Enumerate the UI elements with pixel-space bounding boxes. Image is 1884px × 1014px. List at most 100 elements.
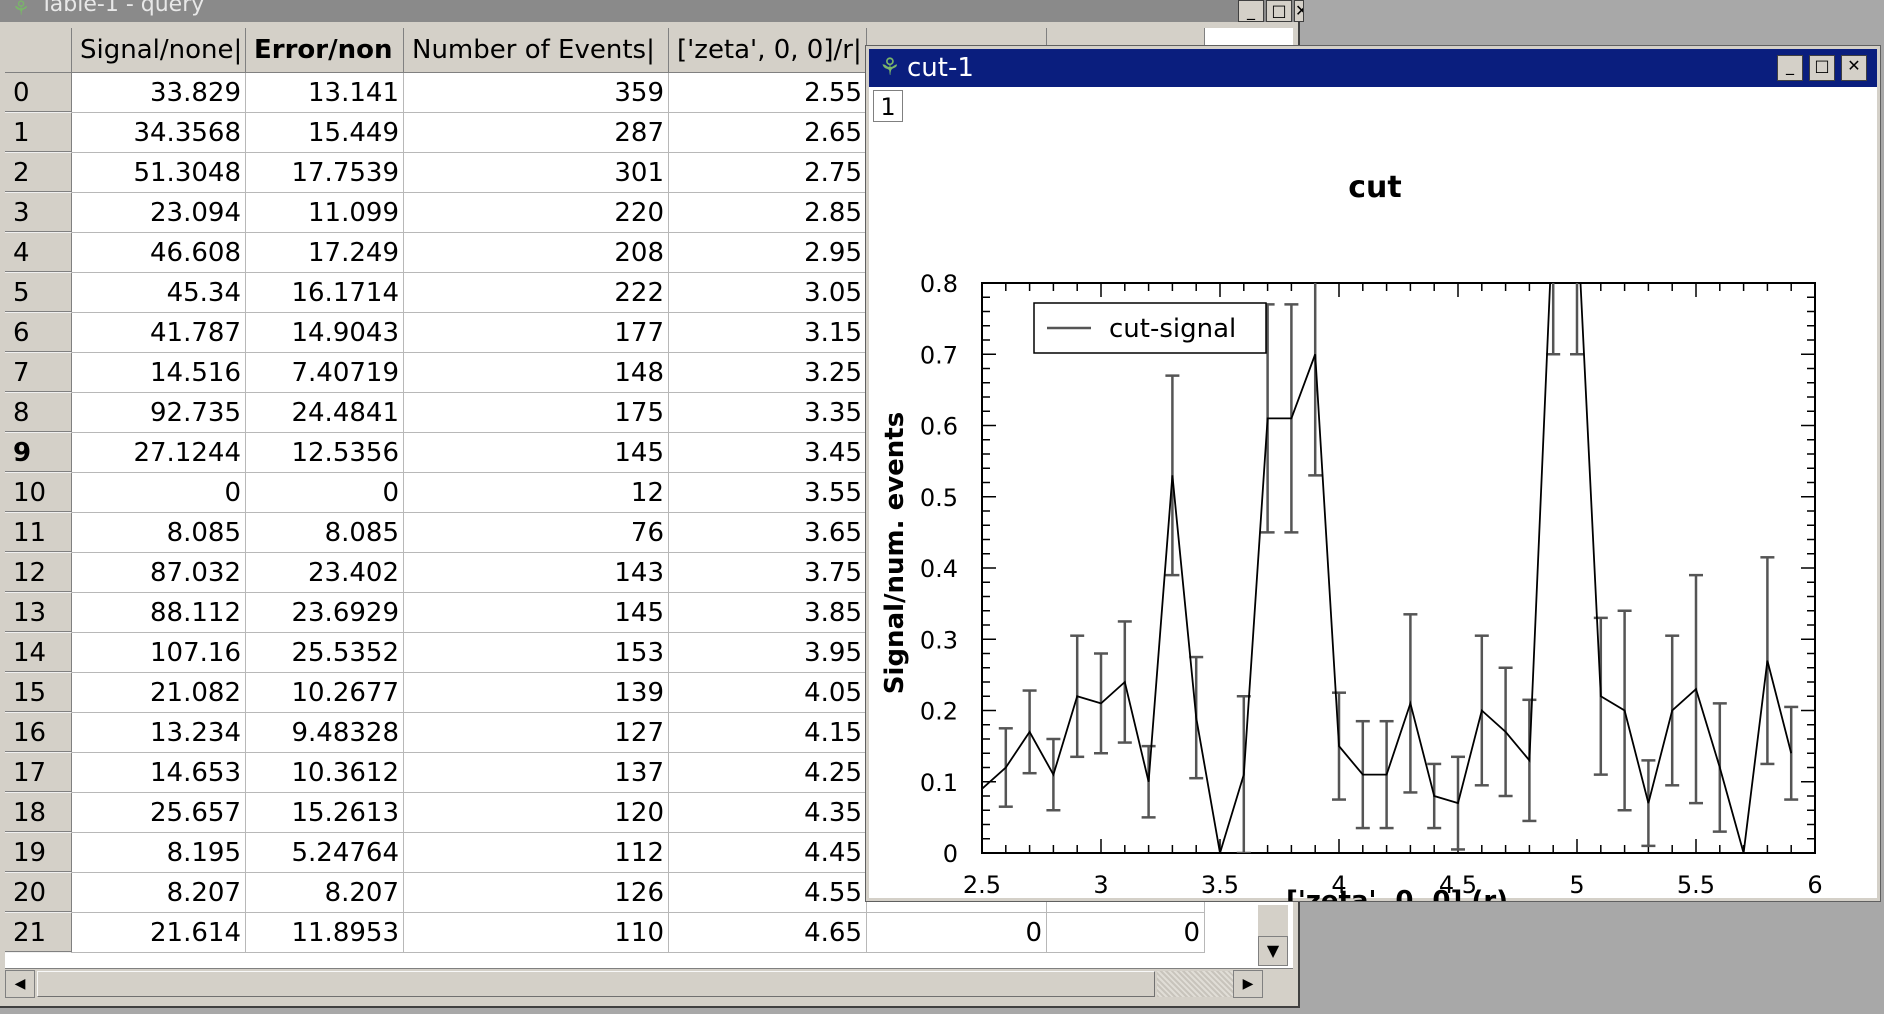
table-cell[interactable]: 51.3048 [72, 153, 246, 193]
table-cell[interactable]: 25.657 [72, 793, 246, 833]
scroll-down-arrow-icon[interactable]: ▼ [1258, 936, 1288, 966]
row-header[interactable]: 6 [5, 313, 72, 353]
close-button[interactable]: ✕ [1294, 0, 1304, 22]
table-cell[interactable]: 107.16 [72, 633, 246, 673]
table-cell[interactable]: 88.112 [72, 593, 246, 633]
table-cell[interactable]: 34.3568 [72, 113, 246, 153]
table-cell[interactable]: 46.608 [72, 233, 246, 273]
table-cell[interactable]: 21.614 [72, 913, 246, 953]
table-cell[interactable]: 23.6929 [246, 593, 404, 633]
table-cell[interactable]: 12 [404, 473, 669, 513]
table-cell[interactable]: 33.829 [72, 73, 246, 113]
table-cell[interactable]: 8.195 [72, 833, 246, 873]
table-cell[interactable]: 2.85 [669, 193, 867, 233]
row-header[interactable]: 19 [5, 833, 72, 873]
table-cell[interactable]: 15.2613 [246, 793, 404, 833]
table-cell[interactable]: 13.234 [72, 713, 246, 753]
table-cell[interactable]: 3.65 [669, 513, 867, 553]
table-cell[interactable]: 145 [404, 593, 669, 633]
table-cell[interactable]: 220 [404, 193, 669, 233]
row-header[interactable]: 5 [5, 273, 72, 313]
row-header[interactable]: 16 [5, 713, 72, 753]
table-cell[interactable]: 17.7539 [246, 153, 404, 193]
table-cell[interactable]: 126 [404, 873, 669, 913]
table-cell[interactable]: 10.2677 [246, 673, 404, 713]
scroll-right-arrow-icon[interactable]: ▶ [1233, 970, 1263, 998]
row-header[interactable]: 0 [5, 73, 72, 113]
table-cell[interactable]: 145 [404, 433, 669, 473]
table-cell[interactable]: 13.141 [246, 73, 404, 113]
column-header[interactable]: ['zeta', 0, 0]/r| [669, 28, 867, 73]
table-cell[interactable]: 359 [404, 73, 669, 113]
table-cell[interactable]: 5.24764 [246, 833, 404, 873]
table-cell[interactable]: 11.8953 [246, 913, 404, 953]
table-cell[interactable]: 143 [404, 553, 669, 593]
table-cell[interactable]: 3.15 [669, 313, 867, 353]
row-header[interactable]: 8 [5, 393, 72, 433]
table-cell[interactable]: 24.4841 [246, 393, 404, 433]
table-cell[interactable]: 3.45 [669, 433, 867, 473]
table-cell[interactable]: 0 [1047, 913, 1205, 953]
table-cell[interactable]: 4.35 [669, 793, 867, 833]
scroll-left-arrow-icon[interactable]: ◀ [5, 970, 35, 998]
table-cell[interactable]: 2.75 [669, 153, 867, 193]
table-cell[interactable]: 9.48328 [246, 713, 404, 753]
maximize-button[interactable]: □ [1809, 55, 1835, 81]
row-header[interactable]: 2 [5, 153, 72, 193]
table-cell[interactable]: 0 [867, 913, 1047, 953]
table-cell[interactable]: 16.1714 [246, 273, 404, 313]
row-header[interactable]: 10 [5, 473, 72, 513]
table-cell[interactable]: 25.5352 [246, 633, 404, 673]
table-cell[interactable]: 3.35 [669, 393, 867, 433]
table-cell[interactable]: 41.787 [72, 313, 246, 353]
plot-titlebar[interactable]: ⚘ cut-1 _ □ ✕ [869, 49, 1877, 87]
table-cell[interactable]: 4.65 [669, 913, 867, 953]
table-cell[interactable]: 301 [404, 153, 669, 193]
table-cell[interactable]: 7.40719 [246, 353, 404, 393]
table-cell[interactable]: 137 [404, 753, 669, 793]
horizontal-scrollbar[interactable]: ◀ ▶ [5, 968, 1293, 1000]
table-cell[interactable]: 112 [404, 833, 669, 873]
table-cell[interactable]: 10.3612 [246, 753, 404, 793]
minimize-button[interactable]: _ [1777, 55, 1803, 81]
row-header[interactable]: 18 [5, 793, 72, 833]
table-cell[interactable]: 4.25 [669, 753, 867, 793]
row-header[interactable]: 13 [5, 593, 72, 633]
table-cell[interactable]: 15.449 [246, 113, 404, 153]
row-header[interactable]: 14 [5, 633, 72, 673]
table-cell[interactable]: 2.95 [669, 233, 867, 273]
table-cell[interactable]: 2.55 [669, 73, 867, 113]
column-header[interactable]: Number of Events| [404, 28, 669, 73]
column-header[interactable]: Error/non [246, 28, 404, 73]
row-header[interactable]: 7 [5, 353, 72, 393]
table-cell[interactable]: 0 [72, 473, 246, 513]
scrollbar-thumb[interactable] [37, 971, 1155, 997]
table-cell[interactable]: 287 [404, 113, 669, 153]
table-cell[interactable]: 0 [246, 473, 404, 513]
table-cell[interactable]: 110 [404, 913, 669, 953]
table-cell[interactable]: 4.55 [669, 873, 867, 913]
table-cell[interactable]: 12.5356 [246, 433, 404, 473]
table-cell[interactable]: 3.75 [669, 553, 867, 593]
maximize-button[interactable]: □ [1266, 0, 1292, 22]
row-header[interactable]: 17 [5, 753, 72, 793]
table-cell[interactable]: 3.95 [669, 633, 867, 673]
row-header[interactable]: 4 [5, 233, 72, 273]
table-cell[interactable]: 8.085 [72, 513, 246, 553]
row-header[interactable]: 12 [5, 553, 72, 593]
table-cell[interactable]: 4.15 [669, 713, 867, 753]
scrollbar-track[interactable] [1157, 971, 1233, 997]
column-header[interactable]: Signal/none| [72, 28, 246, 73]
table-titlebar[interactable]: ⚘ Table-1 - query _ □ ✕ [0, 0, 1304, 22]
table-cell[interactable]: 222 [404, 273, 669, 313]
table-cell[interactable]: 21.082 [72, 673, 246, 713]
table-cell[interactable]: 153 [404, 633, 669, 673]
table-cell[interactable]: 45.34 [72, 273, 246, 313]
table-cell[interactable]: 11.099 [246, 193, 404, 233]
table-cell[interactable]: 4.05 [669, 673, 867, 713]
table-cell[interactable]: 8.207 [246, 873, 404, 913]
table-cell[interactable]: 8.207 [72, 873, 246, 913]
table-cell[interactable]: 8.085 [246, 513, 404, 553]
row-header[interactable]: 11 [5, 513, 72, 553]
table-cell[interactable]: 92.735 [72, 393, 246, 433]
